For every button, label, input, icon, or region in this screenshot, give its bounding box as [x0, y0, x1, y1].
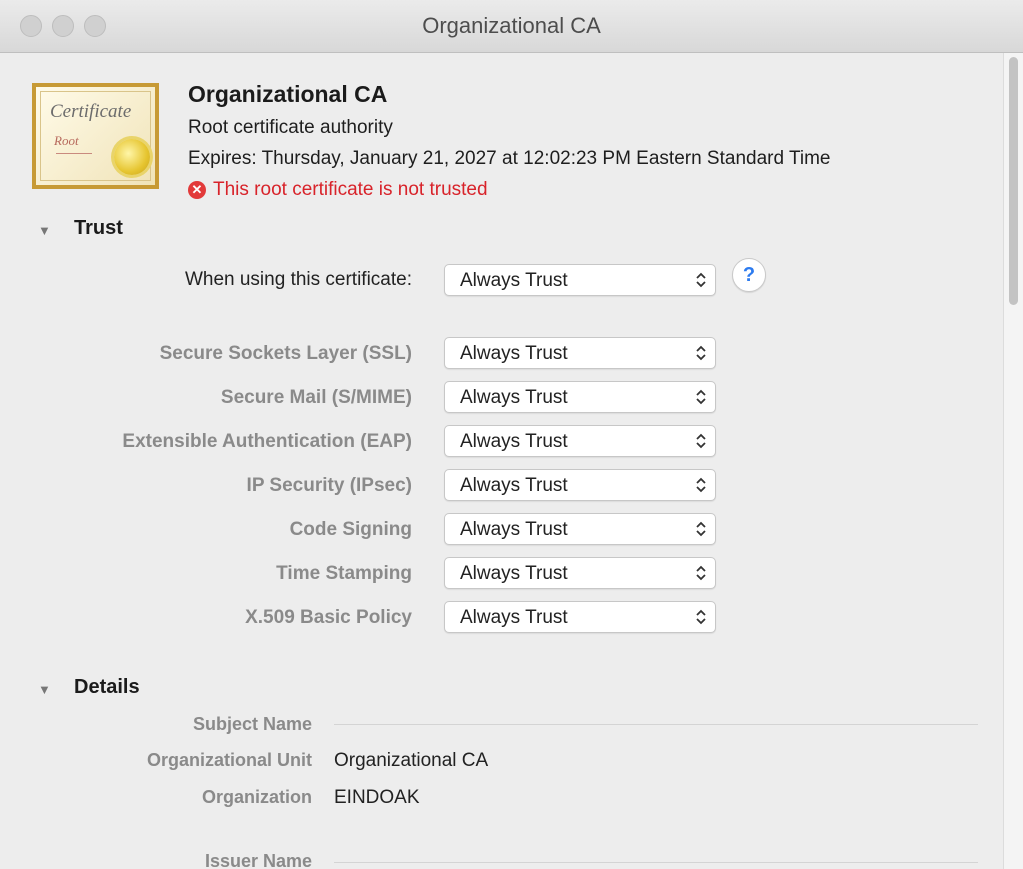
title-bar: Organizational CA — [0, 0, 1023, 53]
x509-trust-popup[interactable]: Always Trust — [444, 601, 716, 633]
divider — [334, 862, 978, 863]
popup-arrows-icon — [694, 475, 708, 495]
policy-label: Secure Mail (S/MIME) — [220, 387, 412, 408]
time-stamping-trust-popup[interactable]: Always Trust — [444, 557, 716, 589]
policy-label: Extensible Authentication (EAP) — [122, 431, 412, 452]
detail-value: Organizational CA — [334, 750, 489, 771]
vertical-scrollbar[interactable] — [1003, 53, 1023, 869]
details-section-title[interactable]: Details — [74, 676, 140, 699]
popup-value: Always Trust — [460, 519, 568, 540]
smime-trust-popup[interactable]: Always Trust — [444, 381, 716, 413]
details-disclosure-triangle-icon[interactable]: ▼ — [38, 682, 51, 697]
trust-warning: ✕ This root certificate is not trusted — [188, 179, 488, 201]
certificate-content: Certificate Root Organizational CA Root … — [0, 53, 1003, 869]
detail-label: Organizational Unit — [146, 750, 312, 770]
trust-warning-text: This root certificate is not trusted — [213, 179, 488, 200]
popup-arrows-icon — [694, 431, 708, 451]
window-title: Organizational CA — [422, 13, 601, 38]
policy-label: X.509 Basic Policy — [245, 607, 412, 628]
eap-trust-popup[interactable]: Always Trust — [444, 425, 716, 457]
help-button[interactable]: ? — [732, 258, 766, 292]
popup-value: Always Trust — [460, 387, 568, 408]
when-using-label: When using this certificate: — [184, 269, 412, 290]
popup-arrows-icon — [694, 519, 708, 539]
trust-disclosure-triangle-icon[interactable]: ▼ — [38, 223, 51, 238]
error-icon: ✕ — [188, 181, 206, 199]
detail-value: EINDOAK — [334, 787, 420, 808]
policy-label: Code Signing — [289, 519, 412, 540]
subject-name-header: Subject Name — [192, 714, 312, 734]
certificate-title: Organizational CA — [188, 81, 388, 107]
seal-icon — [114, 139, 150, 175]
certificate-window: Organizational CA Certificate Root Organ… — [0, 0, 1023, 869]
popup-arrows-icon — [694, 270, 708, 290]
popup-value: Always Trust — [460, 607, 568, 628]
popup-arrows-icon — [694, 343, 708, 363]
certificate-icon-subtext: Root — [54, 133, 79, 148]
issuer-name-header: Issuer Name — [204, 851, 312, 869]
popup-arrows-icon — [694, 563, 708, 583]
certificate-expiration: Expires: Thursday, January 21, 2027 at 1… — [188, 148, 831, 169]
divider — [334, 724, 978, 725]
certificate-subtitle: Root certificate authority — [188, 117, 393, 138]
policy-label: IP Security (IPsec) — [246, 475, 412, 496]
ssl-trust-popup[interactable]: Always Trust — [444, 337, 716, 369]
detail-label: Organization — [201, 787, 312, 807]
popup-value: Always Trust — [460, 475, 568, 496]
certificate-icon-text: Certificate — [50, 101, 132, 122]
certificate-icon: Certificate Root — [32, 83, 159, 189]
policy-label: Time Stamping — [276, 563, 412, 584]
code-signing-trust-popup[interactable]: Always Trust — [444, 513, 716, 545]
popup-arrows-icon — [694, 387, 708, 407]
popup-value: Always Trust — [460, 563, 568, 584]
popup-value: Always Trust — [460, 270, 568, 291]
popup-value: Always Trust — [460, 431, 568, 452]
policy-label: Secure Sockets Layer (SSL) — [159, 343, 412, 364]
popup-value: Always Trust — [460, 343, 568, 364]
when-using-popup[interactable]: Always Trust — [444, 264, 716, 296]
ipsec-trust-popup[interactable]: Always Trust — [444, 469, 716, 501]
popup-arrows-icon — [694, 607, 708, 627]
trust-section-title[interactable]: Trust — [74, 217, 123, 240]
scrollbar-thumb[interactable] — [1009, 57, 1018, 305]
